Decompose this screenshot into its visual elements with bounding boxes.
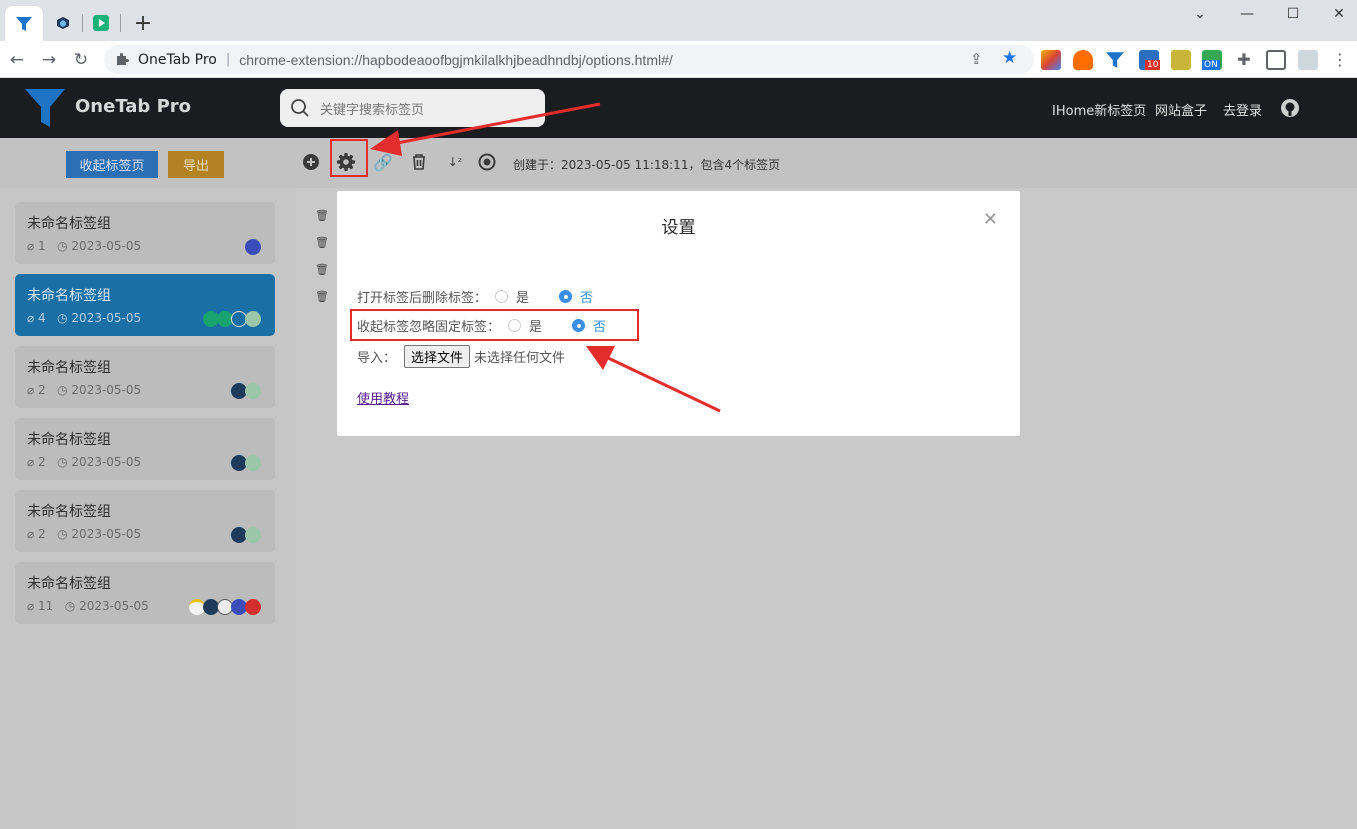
annotation-arrows [370, 102, 721, 413]
arrow-to-ignore-pinned-icon [586, 346, 721, 413]
arrow-to-gear-icon [370, 102, 601, 156]
